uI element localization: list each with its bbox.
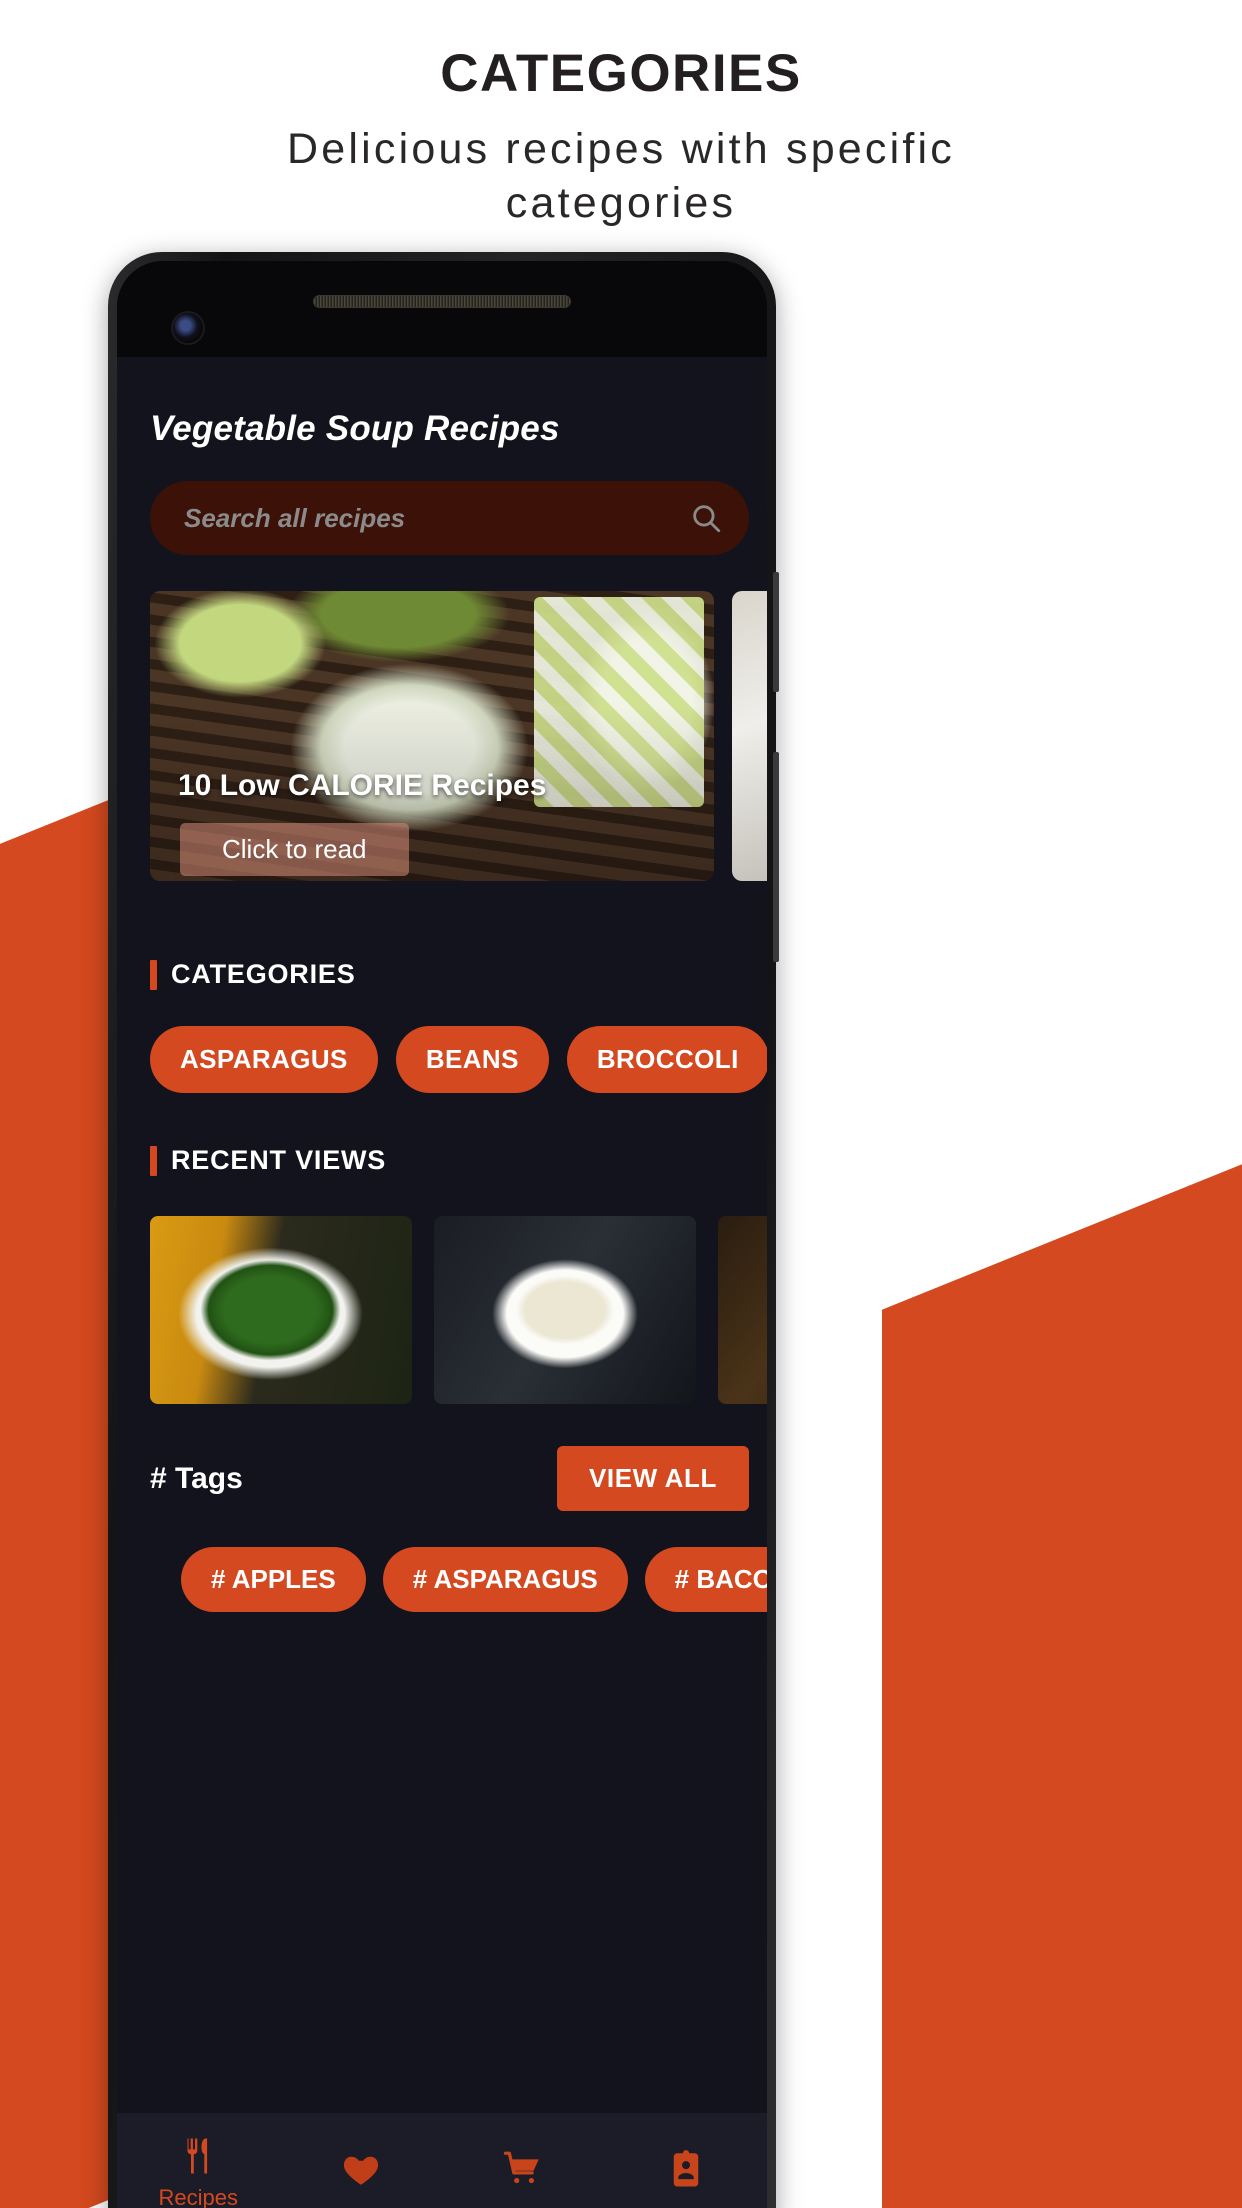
- recent-view-card[interactable]: [434, 1216, 696, 1404]
- section-accent-bar: [150, 959, 157, 990]
- heart-icon: [343, 2156, 378, 2185]
- featured-card-cta-button[interactable]: Click to read: [180, 823, 409, 876]
- category-chip-row[interactable]: ASPARAGUS BEANS BROCCOLI CABBAGE C: [117, 1026, 767, 1093]
- phone-volume-button: [773, 572, 779, 692]
- search-placeholder-text: Search all recipes: [184, 502, 406, 533]
- tag-chip-row[interactable]: # APPLES # ASPARAGUS # BACON: [117, 1547, 767, 1612]
- category-chip[interactable]: BROCCOLI: [566, 1026, 767, 1093]
- app-title: Vegetable Soup Recipes: [150, 409, 560, 448]
- tags-section-header: # Tags VIEW ALL: [117, 1446, 767, 1511]
- recent-views-row[interactable]: [117, 1216, 767, 1404]
- section-accent-bar: [150, 1145, 157, 1176]
- front-camera-icon: [173, 313, 203, 343]
- tag-chip[interactable]: # APPLES: [181, 1547, 366, 1612]
- promo-screenshot: CATEGORIES Delicious recipes with specif…: [0, 0, 1242, 2208]
- categories-section-label: CATEGORIES: [171, 959, 356, 989]
- bottom-navigation-bar[interactable]: Recipes: [117, 2113, 767, 2208]
- app-screen: Vegetable Soup Recipes Search all recipe…: [117, 357, 767, 2208]
- nav-item-cart[interactable]: [442, 2148, 605, 2198]
- nav-item-favorites[interactable]: [280, 2148, 443, 2198]
- earpiece-speaker-icon: [313, 295, 571, 308]
- category-chip[interactable]: BEANS: [395, 1026, 549, 1093]
- promo-headline: CATEGORIES: [440, 44, 802, 103]
- featured-card[interactable]: 10 Low CALORIE Recipes Click to read: [150, 591, 714, 881]
- recent-views-section-header: RECENT VIEWS: [117, 1145, 767, 1176]
- nav-label-recipes: Recipes: [158, 2185, 238, 2208]
- phone-top-bezel: [117, 261, 767, 357]
- phone-screen-frame: Vegetable Soup Recipes Search all recipe…: [117, 261, 767, 2208]
- categories-section-header: CATEGORIES: [117, 959, 767, 990]
- phone-mockup: Vegetable Soup Recipes Search all recipe…: [108, 252, 779, 2208]
- category-chip[interactable]: ASPARAGUS: [150, 1026, 378, 1093]
- search-icon[interactable]: [689, 501, 723, 535]
- promo-subheadline: Delicious recipes with specific categori…: [287, 124, 955, 227]
- nav-item-recipes[interactable]: Recipes: [117, 2135, 280, 2208]
- phone-power-button: [773, 752, 779, 962]
- featured-card-title: 10 Low CALORIE Recipes: [178, 769, 547, 802]
- view-all-button[interactable]: VIEW ALL: [556, 1446, 749, 1511]
- contact-card-icon: [673, 2150, 698, 2187]
- promo-text-block: CATEGORIES Delicious recipes with specif…: [0, 44, 1242, 230]
- recent-views-section-label: RECENT VIEWS: [171, 1145, 387, 1175]
- featured-card-next[interactable]: [732, 591, 767, 881]
- search-input[interactable]: Search all recipes: [150, 481, 749, 555]
- cart-icon: [504, 2151, 539, 2184]
- recent-view-card[interactable]: [150, 1216, 412, 1404]
- tag-chip[interactable]: # ASPARAGUS: [382, 1547, 628, 1612]
- recent-view-card[interactable]: [718, 1216, 767, 1404]
- featured-carousel[interactable]: 10 Low CALORIE Recipes Click to read: [117, 591, 767, 881]
- tags-title: # Tags: [150, 1461, 243, 1495]
- decorative-orange-shape-right: [882, 1140, 1242, 2208]
- nav-item-contact[interactable]: [605, 2148, 768, 2198]
- cutlery-icon: [187, 2138, 208, 2174]
- tag-chip[interactable]: # BACON: [644, 1547, 767, 1612]
